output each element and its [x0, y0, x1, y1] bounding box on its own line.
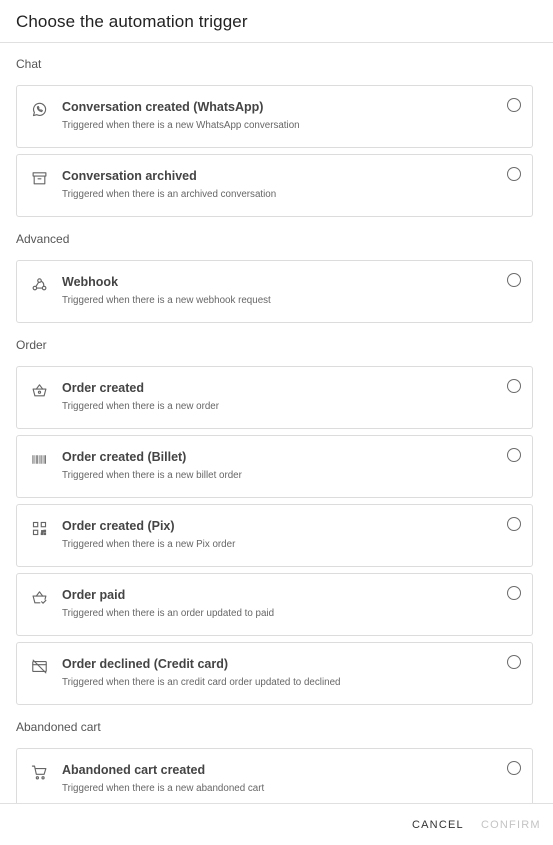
trigger-description: Triggered when there is an credit card o… [62, 677, 341, 688]
trigger-title: Order declined (Credit card) [62, 657, 229, 671]
credit-card-off-icon [31, 658, 48, 675]
trigger-title: Order paid [62, 588, 126, 602]
radio-button[interactable] [507, 761, 521, 775]
qrcode-icon [31, 520, 48, 537]
confirm-button[interactable]: CONFIRM [481, 819, 541, 831]
trigger-option-conversation-archived[interactable]: Conversation archived Triggered when the… [16, 154, 533, 217]
radio-button[interactable] [507, 448, 521, 462]
radio-button[interactable] [507, 98, 521, 112]
archive-icon [31, 170, 48, 187]
trigger-description: Triggered when there is a new order [62, 401, 220, 412]
trigger-title: Webhook [62, 275, 119, 289]
automation-trigger-dialog: Choose the automation trigger Chat Conve… [0, 0, 553, 845]
barcode-icon [31, 451, 48, 468]
section-label-advanced: Advanced [16, 232, 70, 246]
trigger-option-order-created-pix[interactable]: Order created (Pix) Triggered when there… [16, 504, 533, 567]
trigger-description: Triggered when there is a new abandoned … [62, 783, 265, 794]
dialog-header: Choose the automation trigger [0, 0, 553, 43]
trigger-title: Abandoned cart created [62, 763, 206, 777]
trigger-description: Triggered when there is a new Pix order [62, 539, 236, 550]
trigger-option-order-created[interactable]: Order created Triggered when there is a … [16, 366, 533, 429]
radio-button[interactable] [507, 167, 521, 181]
radio-button[interactable] [507, 517, 521, 531]
cart-icon [31, 764, 48, 781]
radio-button[interactable] [507, 379, 521, 393]
webhook-icon [31, 276, 48, 293]
whatsapp-icon [31, 101, 48, 118]
basket-check-icon [31, 589, 48, 606]
dialog-footer: CANCEL CONFIRM [0, 803, 553, 845]
trigger-title: Conversation created (WhatsApp) [62, 100, 264, 114]
radio-button[interactable] [507, 586, 521, 600]
trigger-description: Triggered when there is a new billet ord… [62, 470, 242, 481]
radio-button[interactable] [507, 655, 521, 669]
trigger-option-abandoned-cart-created[interactable]: Abandoned cart created Triggered when th… [16, 748, 533, 803]
basket-icon [31, 382, 48, 399]
dialog-title: Choose the automation trigger [16, 12, 248, 31]
cancel-button[interactable]: CANCEL [412, 819, 464, 831]
trigger-title: Order created (Billet) [62, 450, 187, 464]
trigger-title: Conversation archived [62, 169, 197, 183]
trigger-option-order-paid[interactable]: Order paid Triggered when there is an or… [16, 573, 533, 636]
radio-button[interactable] [507, 273, 521, 287]
trigger-description: Triggered when there is a new webhook re… [62, 295, 271, 306]
trigger-description: Triggered when there is an archived conv… [62, 189, 277, 200]
trigger-list[interactable]: Chat Conversation created (WhatsApp) Tri… [0, 44, 553, 803]
section-label-chat: Chat [16, 57, 42, 71]
trigger-title: Order created [62, 381, 144, 395]
trigger-option-webhook[interactable]: Webhook Triggered when there is a new we… [16, 260, 533, 323]
trigger-description: Triggered when there is an order updated… [62, 608, 275, 619]
trigger-description: Triggered when there is a new WhatsApp c… [62, 120, 300, 131]
trigger-option-order-declined-credit-card[interactable]: Order declined (Credit card) Triggered w… [16, 642, 533, 705]
trigger-title: Order created (Pix) [62, 519, 175, 533]
trigger-option-order-created-billet[interactable]: Order created (Billet) Triggered when th… [16, 435, 533, 498]
trigger-option-conversation-created-whatsapp[interactable]: Conversation created (WhatsApp) Triggere… [16, 85, 533, 148]
section-label-abandoned-cart: Abandoned cart [16, 720, 101, 734]
section-label-order: Order [16, 338, 47, 352]
